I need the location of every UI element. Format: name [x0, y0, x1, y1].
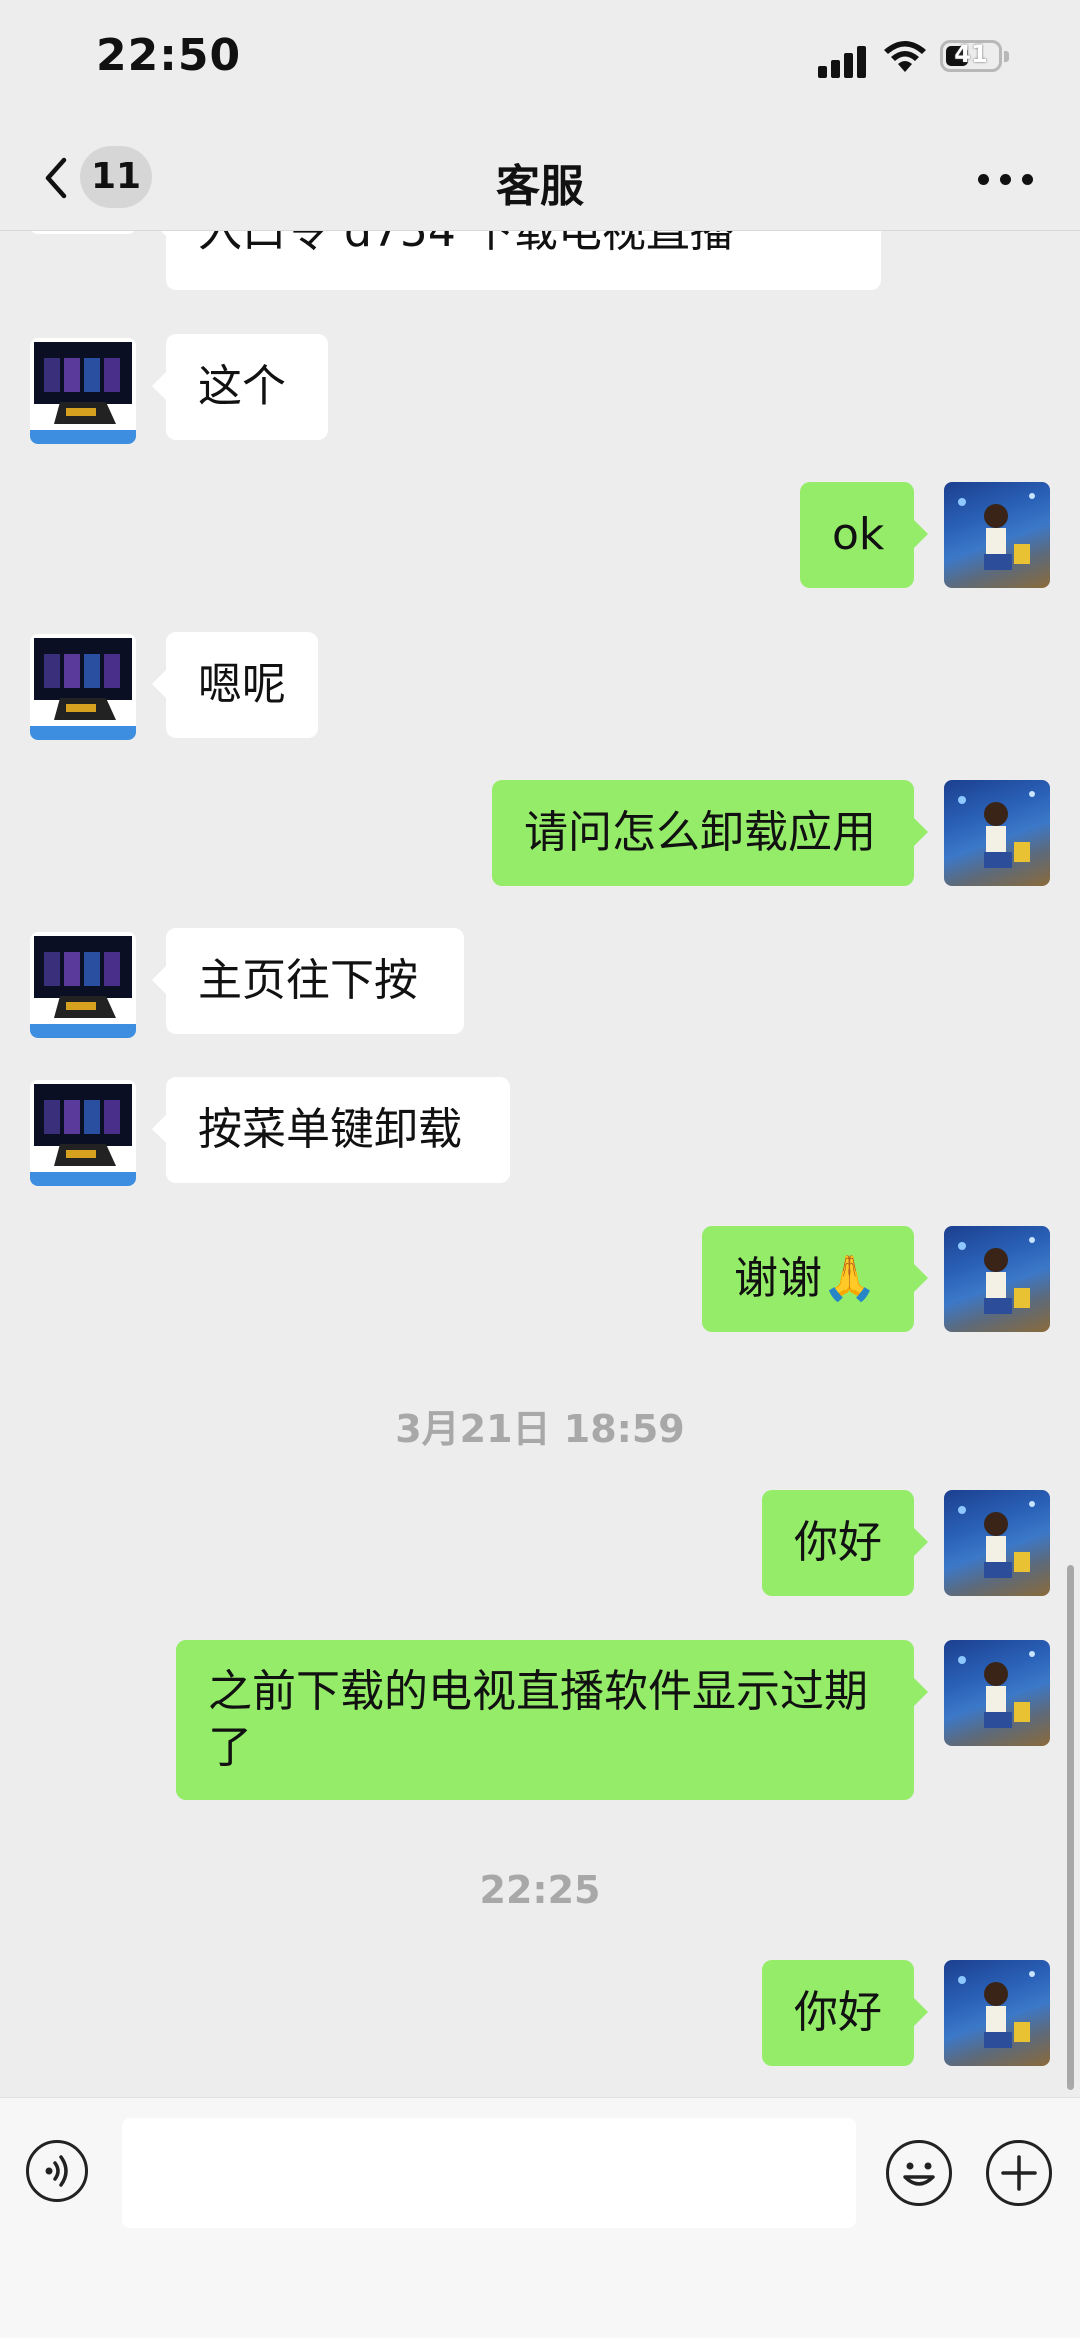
status-bar: 22:50 41	[0, 0, 1080, 130]
message-input[interactable]	[122, 2118, 856, 2228]
scrollbar[interactable]	[1067, 1565, 1074, 2090]
message-bubble[interactable]: 按菜单键卸载	[152, 1077, 510, 1183]
message-timestamp: 3月21日 18:59	[395, 1407, 685, 1451]
message-bubble[interactable]: 主页往下按	[152, 928, 464, 1034]
voice-icon[interactable]	[26, 2140, 88, 2202]
message-bubble[interactable]: 谢谢🙏	[702, 1226, 928, 1332]
message-bubble[interactable]: ok	[800, 482, 928, 588]
message-bubble[interactable]: 嗯呢	[152, 632, 318, 738]
user-avatar-icon	[958, 1237, 1035, 1314]
message-bubble[interactable]: 请问怎么卸载应用	[492, 780, 928, 886]
message-timestamp: 22:25	[479, 1868, 601, 1912]
avatar-user[interactable]	[944, 1226, 1050, 1332]
chat-title: 客服	[496, 161, 584, 212]
avatar-service[interactable]	[30, 634, 136, 740]
user-avatar-icon	[958, 1501, 1035, 1578]
chat-header: 11 客服	[0, 130, 1080, 231]
user-avatar-icon	[958, 493, 1035, 570]
tv-box-avatar-icon	[30, 1084, 136, 1186]
message-bubble[interactable]: 之前下载的电视直播软件显示过期了	[176, 1640, 928, 1800]
avatar-service[interactable]	[30, 1080, 136, 1186]
battery-icon: 41	[940, 40, 1002, 72]
avatar-user[interactable]	[944, 1490, 1050, 1596]
user-avatar-icon	[958, 791, 1035, 868]
battery-level: 41	[954, 40, 988, 68]
message-bubble[interactable]: 你好	[762, 1490, 928, 1596]
status-time: 22:50	[96, 30, 242, 81]
emoji-icon[interactable]	[886, 2140, 952, 2206]
user-avatar-icon	[958, 1651, 1035, 1728]
message-bubble[interactable]: 你好	[762, 1960, 928, 2066]
input-bar	[0, 2097, 1080, 2338]
avatar-service[interactable]	[30, 338, 136, 444]
message-bubble[interactable]: 这个	[152, 334, 328, 440]
plus-icon[interactable]	[986, 2140, 1052, 2206]
tv-box-avatar-icon	[30, 936, 136, 1038]
more-dots-icon[interactable]	[978, 170, 1034, 190]
avatar-service[interactable]	[30, 932, 136, 1038]
avatar-user[interactable]	[944, 780, 1050, 886]
user-avatar-icon	[958, 1971, 1035, 2048]
battery-nub	[1004, 51, 1009, 62]
avatar-user[interactable]	[944, 1960, 1050, 2066]
tv-box-avatar-icon	[30, 638, 136, 740]
avatar-user[interactable]	[944, 482, 1050, 588]
cellular-signal-icon	[818, 44, 870, 78]
wifi-icon	[884, 41, 926, 72]
tv-box-avatar-icon	[30, 342, 136, 444]
avatar-user[interactable]	[944, 1640, 1050, 1746]
